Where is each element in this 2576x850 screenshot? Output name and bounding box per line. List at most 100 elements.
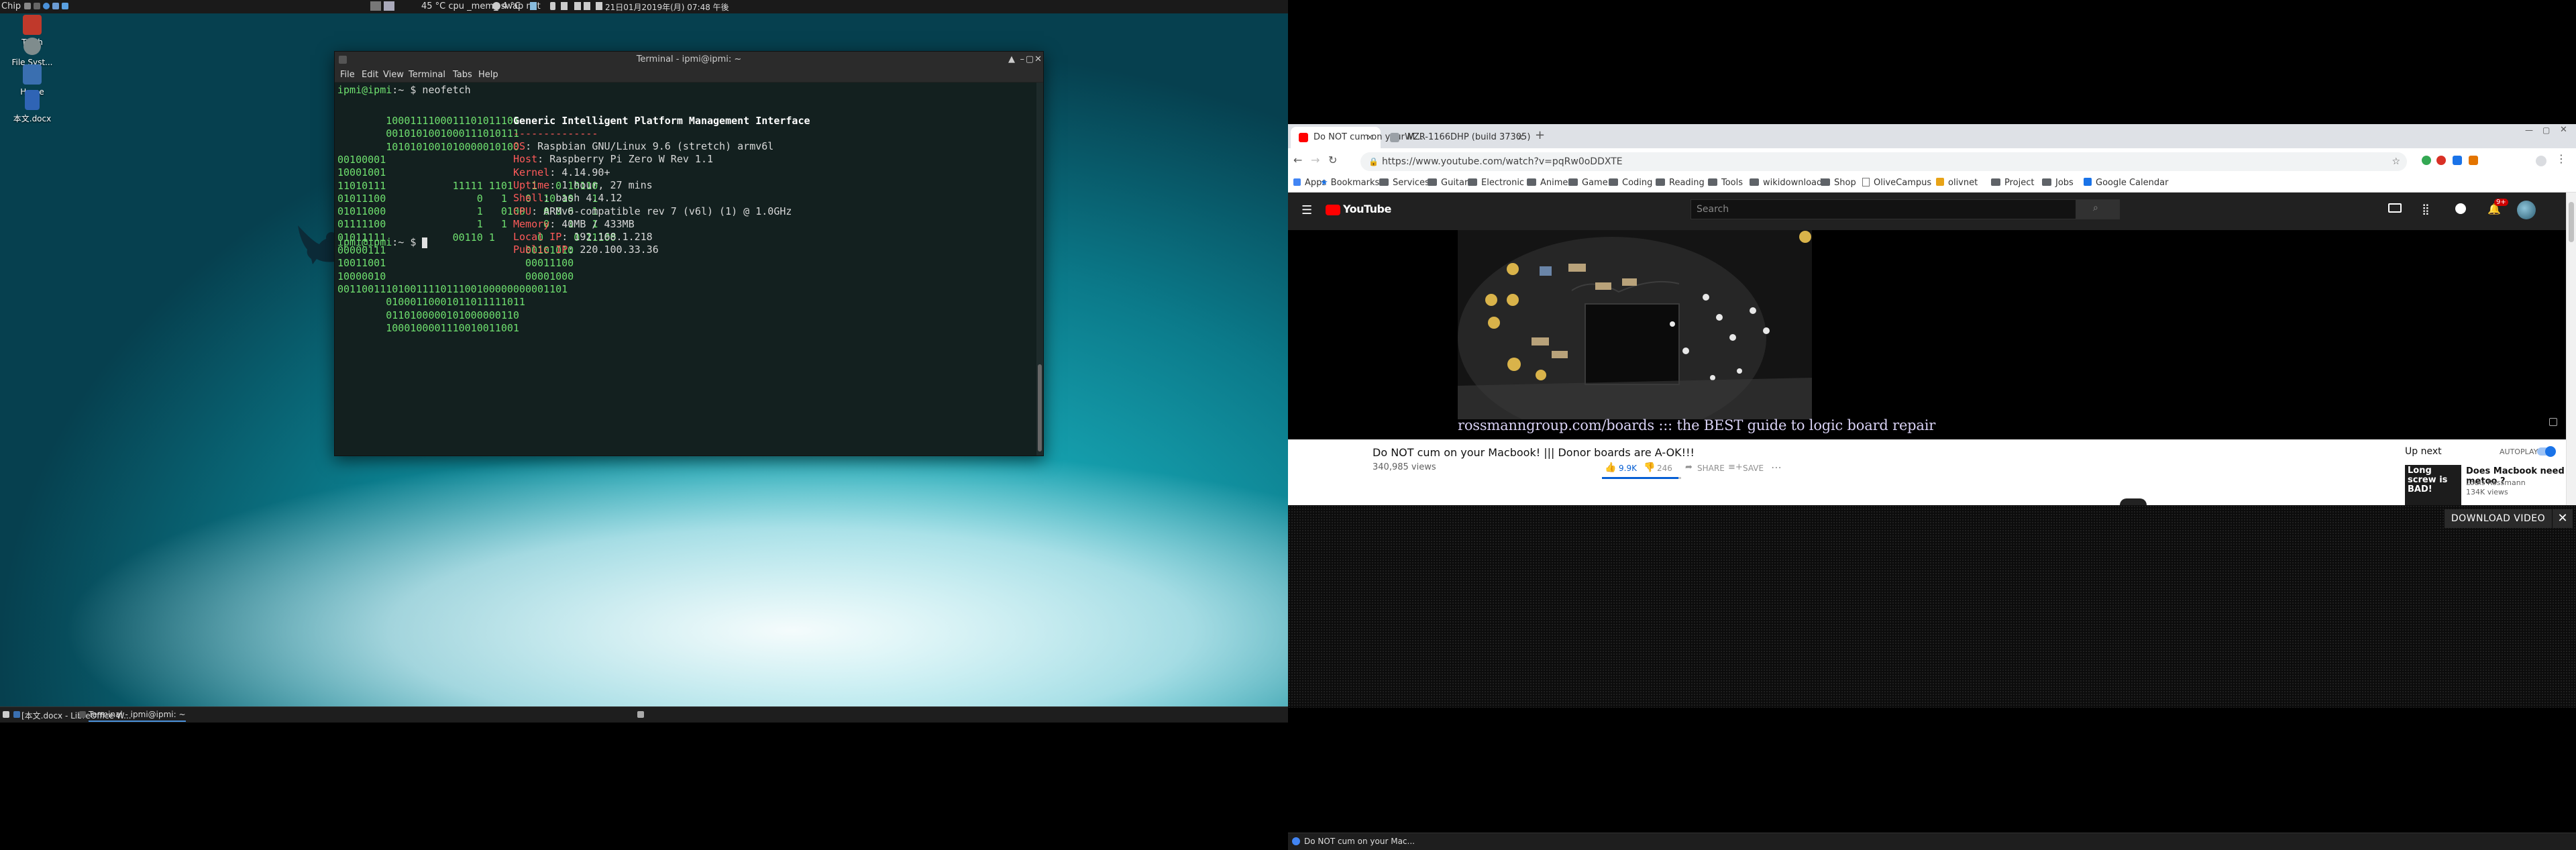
menu-terminal[interactable]: Terminal (409, 70, 445, 80)
menu-file[interactable]: File (340, 70, 355, 80)
forward-icon[interactable]: → (1311, 154, 1320, 166)
video-player[interactable]: rossmanngroup.com/boards ::: the BEST gu… (1288, 230, 2566, 439)
menu-edit[interactable]: Edit (362, 70, 378, 80)
tray-icon[interactable] (574, 2, 581, 10)
show-desktop-icon[interactable] (3, 711, 9, 718)
bookmark-google-calendar[interactable]: Google Calendar (2084, 178, 2168, 188)
terminal-window[interactable]: Terminal - ipmi@ipmi: ~ ▲ – ▢ ✕ File Edi… (334, 51, 1044, 456)
filesystem-desktop-icon[interactable]: File Syst... (0, 38, 64, 67)
create-video-icon[interactable] (2388, 203, 2402, 213)
messages-icon[interactable] (2455, 203, 2466, 214)
share-button[interactable]: SHARE (1697, 464, 1725, 473)
youtube-search-input[interactable]: Search (1690, 199, 2076, 219)
bookmark-jobs[interactable]: Jobs (2042, 178, 2074, 188)
bookmark-shop[interactable]: Shop (1821, 178, 1856, 188)
taskbar-item-terminal[interactable]: Terminal - ipmi@ipmi: ~ (89, 710, 186, 722)
minimize-icon[interactable]: — (2525, 125, 2533, 135)
terminal-scrollbar[interactable] (1036, 83, 1043, 456)
page-scrollbar[interactable] (2566, 193, 2576, 505)
autoplay-toggle[interactable] (2537, 446, 2556, 457)
apps-grid-icon[interactable]: ⣿ (2422, 203, 2430, 215)
file-manager-icon[interactable] (52, 3, 59, 9)
bookmark-olivnet[interactable]: olivnet (1936, 178, 1978, 188)
bookmark-game[interactable]: Game (1568, 178, 1608, 188)
save-to-playlist-icon[interactable]: ≡+ (1728, 462, 1743, 472)
extension-icon[interactable] (2469, 156, 2478, 165)
apps-grid-icon (1293, 178, 1301, 186)
bookmark-coding[interactable]: Coding (1609, 178, 1652, 188)
miniplayer-icon[interactable] (2549, 418, 2557, 426)
bookmark-tools[interactable]: Tools (1708, 178, 1743, 188)
launcher-icon[interactable] (34, 3, 40, 9)
close-icon[interactable]: ✕ (2553, 509, 2573, 528)
tray-icon[interactable] (530, 2, 537, 10)
bookmark-electronic[interactable]: Electronic (1468, 178, 1524, 188)
workspace-1[interactable] (370, 1, 381, 11)
menu-view[interactable]: View (383, 70, 404, 80)
taskbar-item-chrome[interactable]: Do NOT cum on your Mac... (1304, 837, 1415, 846)
bookmark-project[interactable]: Project (1991, 178, 2034, 188)
bookmark-reading[interactable]: Reading (1656, 178, 1705, 188)
tab-youtube[interactable]: Do NOT cum on your M... × (1291, 127, 1424, 148)
address-bar[interactable]: 🔒 https://www.youtube.com/watch?v=pqRw0o… (1360, 152, 2407, 171)
new-tab-icon[interactable]: + (1535, 128, 1545, 142)
document-desktop-icon[interactable]: 本文.docx (0, 90, 64, 124)
tab-router[interactable]: WZR-1166DHP (build 37305) × (1382, 127, 1531, 148)
menu-tabs[interactable]: Tabs (453, 70, 472, 80)
bookmark-services[interactable]: Services (1379, 178, 1430, 188)
channel-avatar[interactable] (2120, 498, 2147, 505)
back-icon[interactable]: ← (1293, 154, 1302, 166)
scrollbar-thumb[interactable] (1038, 364, 1042, 451)
up-next-thumbnail[interactable]: Long screw is BAD! (2405, 465, 2461, 505)
terminal-output[interactable]: ipmi@ipmi:~ $ neofetch 10001111000111010… (335, 83, 1036, 456)
volume-icon[interactable] (596, 2, 602, 10)
extension-icon[interactable] (2453, 156, 2462, 165)
clock[interactable]: 21日01月2019年(月) 07:48 午後 (605, 1, 729, 13)
profile-avatar[interactable] (2536, 156, 2546, 166)
scrollbar-thumb[interactable] (2569, 202, 2574, 242)
hamburger-menu-icon[interactable]: ☰ (1301, 203, 1312, 217)
menu-help[interactable]: Help (478, 70, 498, 80)
extension-icon[interactable] (2436, 156, 2446, 165)
tray-icon[interactable] (561, 2, 568, 10)
youtube-logo-icon[interactable] (1326, 205, 1340, 215)
tray-icon[interactable] (584, 2, 590, 10)
bookmark-olivecampus[interactable]: OliveCampus (1862, 178, 1931, 188)
bookmark-anime[interactable]: Anime (1527, 178, 1568, 188)
share-icon[interactable]: ➦ (1685, 462, 1693, 472)
terminal-titlebar[interactable]: Terminal - ipmi@ipmi: ~ ▲ – ▢ ✕ (335, 52, 1043, 68)
extension-icon[interactable] (2422, 156, 2431, 165)
current-prompt-line[interactable]: ipmi@ipmi:~ $ (337, 236, 428, 249)
browser-launcher-icon[interactable] (43, 3, 50, 9)
dislike-icon[interactable]: 👎 (1644, 462, 1655, 473)
reload-icon[interactable]: ↻ (1328, 154, 1337, 166)
like-icon[interactable]: 👍 (1605, 462, 1616, 473)
close-tab-icon[interactable]: × (1366, 127, 1374, 148)
youtube-logo-text[interactable]: YouTube (1343, 203, 1391, 215)
maximize-icon[interactable]: ▢ (1026, 52, 1034, 68)
bookmark-bookmarks[interactable]: ★ Bookmarks (1320, 178, 1379, 188)
maximize-icon[interactable]: ▢ (2542, 125, 2550, 135)
app-menu-label[interactable]: Chip (1, 1, 21, 11)
ascii-art-line: 1010101001010000010100 (337, 140, 519, 153)
minimize-icon[interactable]: – (1020, 52, 1025, 68)
battery-icon[interactable] (550, 2, 555, 10)
bookmark-guitar[interactable]: Guitar (1428, 178, 1468, 188)
workspace-2[interactable] (384, 1, 394, 11)
download-video-button[interactable]: DOWNLOAD VIDEO (2445, 509, 2552, 528)
launcher-icon[interactable] (24, 3, 31, 9)
close-icon[interactable]: ✕ (1034, 52, 1042, 68)
user-avatar[interactable] (2517, 201, 2536, 219)
bookmark-star-icon[interactable]: ☆ (2392, 152, 2400, 171)
launcher-icon[interactable] (62, 3, 68, 9)
youtube-search-button[interactable]: ⌕ (2076, 199, 2120, 219)
save-button[interactable]: SAVE (1743, 464, 1764, 473)
bookmark-wikidownload[interactable]: wikidownload (1750, 178, 1822, 188)
more-actions-icon[interactable]: ⋯ (1771, 461, 1782, 474)
keyboard-icon[interactable] (637, 711, 644, 718)
close-tab-icon[interactable]: × (1516, 127, 1524, 148)
video-frame[interactable] (1458, 230, 1812, 419)
close-icon[interactable]: ✕ (2560, 125, 2567, 135)
chrome-menu-icon[interactable]: ⋮ (2556, 152, 2567, 165)
window-shade-icon[interactable]: ▲ (1008, 52, 1015, 68)
